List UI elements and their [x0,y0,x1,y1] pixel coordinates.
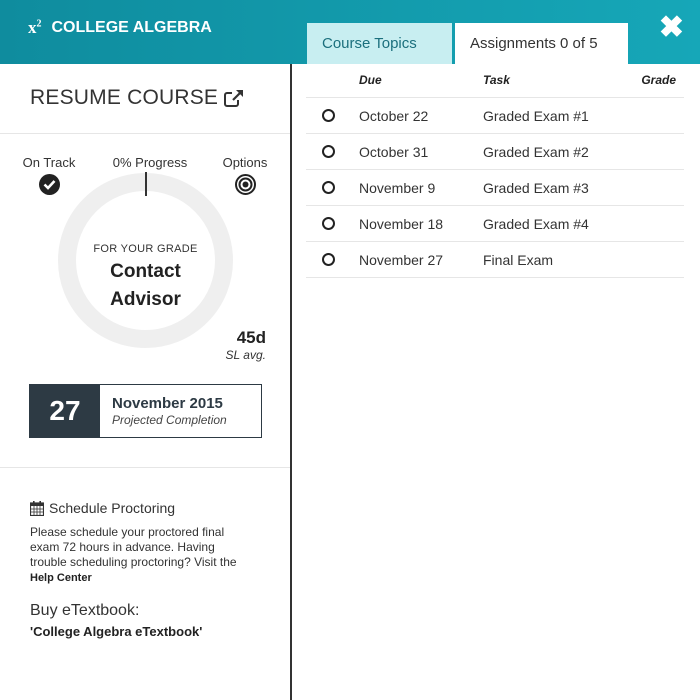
ring-caption: FOR YOUR GRADE [93,243,198,255]
task-name: Graded Exam #2 [483,144,589,160]
column-due: Due [359,73,382,87]
resume-course-label: RESUME COURSE [30,86,219,109]
column-grade: Grade [641,73,676,87]
table-row[interactable]: November 18 Graded Exam #4 [306,206,684,242]
due-date: November 18 [359,216,444,232]
header-bar: x2 COLLEGE ALGEBRA Course Topics Assignm… [0,0,700,64]
table-header: Due Task Grade [306,64,684,98]
radio-button[interactable] [322,181,335,194]
sl-average: 45d SL avg. [226,328,266,362]
sl-average-label: SL avg. [225,348,266,362]
sl-average-value: 45d [236,328,266,347]
completion-day: 27 [30,385,100,437]
radio-button[interactable] [322,109,335,122]
check-circle-icon [38,174,60,195]
calendar-icon [30,500,44,516]
table-row[interactable]: November 27 Final Exam [306,242,684,278]
math-logo-icon: x2 [28,18,42,37]
buy-etextbook-label: Buy eTextbook: [30,602,140,619]
resume-course-button[interactable]: RESUME COURSE [30,86,245,110]
due-date: November 27 [359,252,444,268]
assignments-table: Due Task Grade October 22 Graded Exam #1… [306,64,684,278]
task-name: Graded Exam #4 [483,216,589,232]
on-track-label: On Track [22,155,76,170]
schedule-proctoring-text: Please schedule your proctored final exa… [30,525,237,584]
completion-month: November 2015 [112,395,223,412]
table-row[interactable]: October 31 Graded Exam #2 [306,134,684,170]
target-icon [234,174,256,195]
options-button[interactable]: Options [215,155,275,195]
tab-assignments[interactable]: Assignments 0 of 5 [455,23,628,64]
task-name: Graded Exam #1 [483,108,589,124]
section-divider [0,467,290,468]
progress-ring-marker [145,172,147,196]
etextbook-link[interactable]: 'College Algebra eTextbook' [30,624,202,639]
due-date: October 22 [359,108,429,124]
completion-label: Projected Completion [112,413,227,427]
projected-completion-box: 27 November 2015 Projected Completion [29,384,262,438]
due-date: October 31 [359,144,429,160]
course-title: COLLEGE ALGEBRA [51,19,212,36]
options-label: Options [222,155,268,170]
app-brand: x2 COLLEGE ALGEBRA [28,18,212,38]
tab-course-topics[interactable]: Course Topics [307,23,452,64]
radio-button[interactable] [322,217,335,230]
external-link-icon [224,89,245,107]
radio-button[interactable] [322,253,335,266]
task-name: Graded Exam #3 [483,180,589,196]
on-track-stat: On Track [20,155,78,195]
schedule-proctoring-heading: Schedule Proctoring [30,500,175,516]
schedule-proctoring-title: Schedule Proctoring [49,500,176,516]
section-divider [0,133,290,134]
task-name: Final Exam [483,252,554,268]
ring-line-1: Contact [110,261,181,282]
close-icon[interactable]: ✖ [659,10,684,45]
due-date: November 9 [359,180,436,196]
ring-line-2: Advisor [110,289,181,310]
table-row[interactable]: October 22 Graded Exam #1 [306,98,684,134]
column-task: Task [483,73,510,87]
radio-button[interactable] [322,145,335,158]
progress-stat: 0% Progress [112,155,188,170]
help-center-link[interactable]: Help Center [30,572,92,584]
grade-advisor-text: FOR YOUR GRADE Contact Advisor [58,243,233,311]
panel-divider [290,64,292,700]
table-row[interactable]: November 9 Graded Exam #3 [306,170,684,206]
